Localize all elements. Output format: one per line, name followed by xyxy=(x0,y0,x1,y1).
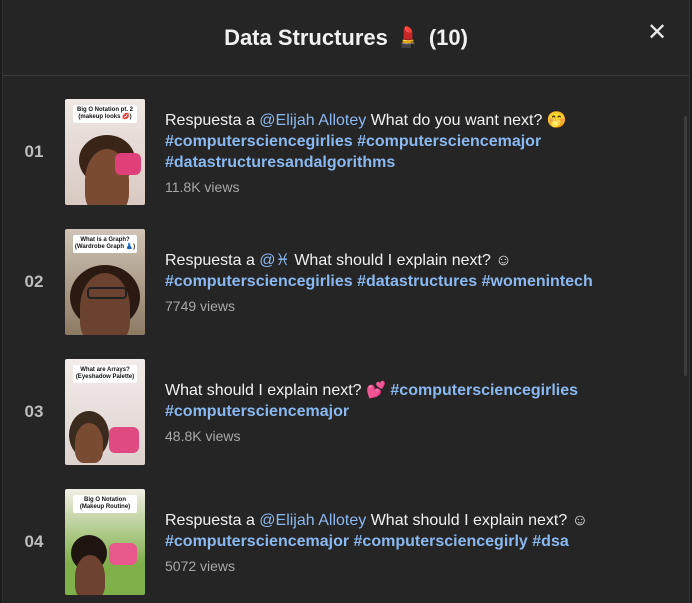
mention-link[interactable]: @♓ xyxy=(259,252,290,269)
video-caption: Respuesta a @Elijah Allotey What do you … xyxy=(165,111,567,171)
hashtag-link[interactable]: #computersciencegirlies xyxy=(165,133,353,150)
hashtag-link[interactable]: #computersciencemajor xyxy=(165,533,349,550)
playlist-panel: Data Structures 💄 (10) ✕ 01 Big O Notati… xyxy=(2,0,690,603)
video-row[interactable]: 02 What is a Graph? (Wardrobe Graph 👗) R… xyxy=(3,217,689,347)
view-count: 48.8K views xyxy=(165,428,241,444)
video-index: 03 xyxy=(24,402,44,421)
video-info: Respuesta a @Elijah Allotey What do you … xyxy=(165,110,615,195)
video-row[interactable]: 04 Big O Notation (Makeup Routine) Respu… xyxy=(3,477,689,603)
hashtag-link[interactable]: #datastructures xyxy=(357,273,477,290)
view-count: 7749 views xyxy=(165,298,236,314)
video-thumbnail[interactable]: Big O Notation pt. 2 (makeup looks 💋) xyxy=(65,99,145,205)
hashtag-link[interactable]: #computersciencegirlies xyxy=(390,382,578,399)
thumbnail-caption: Big O Notation pt. 2 (makeup looks 💋) xyxy=(73,105,137,123)
video-thumbnail[interactable]: What are Arrays? (Eyeshadow Palette) xyxy=(65,359,145,465)
video-caption: Respuesta a @Elijah Allotey What should … xyxy=(165,512,589,550)
hashtag-link[interactable]: #computersciencegirly xyxy=(354,533,528,550)
video-row[interactable]: 03 What are Arrays? (Eyeshadow Palette) … xyxy=(3,347,689,477)
video-info: Respuesta a @♓ What should I explain nex… xyxy=(165,250,615,314)
thumbnail-caption: What is a Graph? (Wardrobe Graph 👗) xyxy=(73,235,137,253)
view-count: 11.8K views xyxy=(165,178,240,195)
hashtag-link[interactable]: #datastructuresandalgorithms xyxy=(165,154,395,171)
scrollbar[interactable] xyxy=(683,76,687,603)
video-thumbnail[interactable]: What is a Graph? (Wardrobe Graph 👗) xyxy=(65,229,145,335)
thumbnail-caption: What are Arrays? (Eyeshadow Palette) xyxy=(73,365,137,383)
video-thumbnail[interactable]: Big O Notation (Makeup Routine) xyxy=(65,489,145,595)
mention-link[interactable]: @Elijah Allotey xyxy=(259,112,366,129)
video-row[interactable]: 01 Big O Notation pt. 2 (makeup looks 💋)… xyxy=(3,87,689,217)
video-index: 01 xyxy=(24,142,44,161)
lipstick-emoji-icon: 💄 xyxy=(395,27,421,49)
hashtag-link[interactable]: #womenintech xyxy=(482,273,593,290)
video-info: What should I explain next? 💕 #computers… xyxy=(165,380,615,444)
video-index: 02 xyxy=(24,272,44,291)
video-index: 04 xyxy=(24,532,44,551)
scrollbar-thumb[interactable] xyxy=(684,116,687,376)
video-caption: Respuesta a @♓ What should I explain nex… xyxy=(165,252,593,290)
close-icon[interactable]: ✕ xyxy=(647,20,667,44)
thumbnail-caption: Big O Notation (Makeup Routine) xyxy=(73,495,137,513)
hashtag-link[interactable]: #computersciencemajor xyxy=(357,133,541,150)
hashtag-link[interactable]: #computersciencegirlies xyxy=(165,273,353,290)
playlist-title: Data Structures 💄 (10) xyxy=(224,25,468,51)
view-count: 5072 views xyxy=(165,558,236,574)
video-info: Respuesta a @Elijah Allotey What should … xyxy=(165,510,615,574)
playlist-count: (10) xyxy=(428,24,468,50)
mention-link[interactable]: @Elijah Allotey xyxy=(259,512,366,529)
playlist-title-text: Data Structures xyxy=(224,24,388,50)
hashtag-link[interactable]: #dsa xyxy=(532,533,568,550)
hashtag-link[interactable]: #computersciencemajor xyxy=(165,403,349,420)
video-caption: What should I explain next? 💕 #computers… xyxy=(165,382,579,420)
playlist-header: Data Structures 💄 (10) ✕ xyxy=(3,0,689,76)
